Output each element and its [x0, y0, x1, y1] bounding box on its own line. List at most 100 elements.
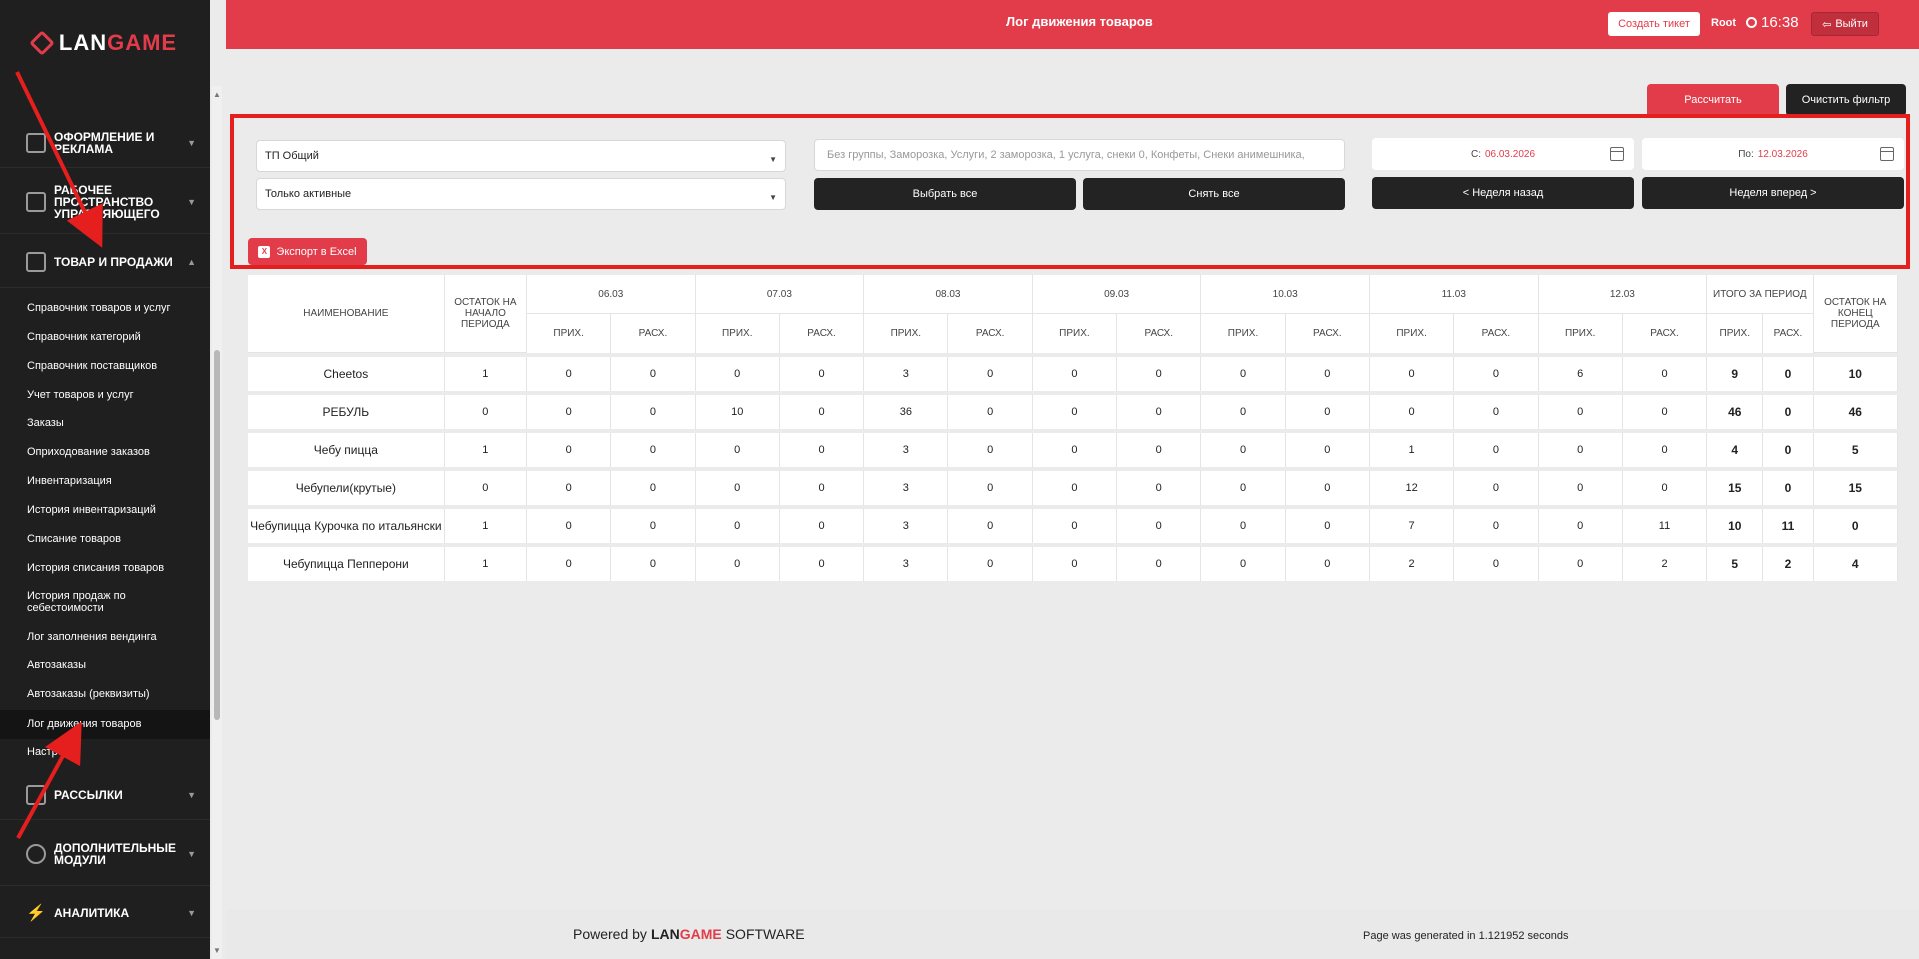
- outgoing-value: 0: [611, 509, 696, 543]
- sidebar-item-sales-history[interactable]: История продаж по себестоимости: [0, 590, 160, 614]
- sidebar-item-goods-catalog[interactable]: Справочник товаров и услуг: [0, 302, 210, 314]
- week-forward-button[interactable]: Неделя вперед >: [1642, 177, 1904, 209]
- scroll-down-arrow-icon[interactable]: ▼: [212, 946, 222, 955]
- col-header-in: Прих.: [1201, 314, 1286, 353]
- sidebar-item-settings[interactable]: Настройки: [0, 746, 210, 758]
- week-back-button[interactable]: < Неделя назад: [1372, 177, 1634, 209]
- incoming-value: 0: [1032, 471, 1118, 505]
- start-balance: 1: [444, 509, 527, 543]
- calculate-button[interactable]: Рассчитать: [1647, 84, 1779, 116]
- end-balance: 4: [1813, 547, 1898, 581]
- table-row[interactable]: Чебупицца Пепперони 1 0 0 0 0 3 0 0 0 0 0 2 0 0 2 5 2 4: [248, 547, 1898, 581]
- col-header-out: Расх.: [1622, 314, 1708, 353]
- incoming-value: 3: [864, 433, 949, 467]
- incoming-value: 0: [695, 509, 780, 543]
- col-header-in: Прих.: [864, 314, 949, 353]
- outgoing-value: 0: [1454, 509, 1539, 543]
- nav-group-design[interactable]: Оформление и реклама ▼: [0, 118, 210, 168]
- product-name: Cheetos: [248, 357, 445, 391]
- sidebar-item-goods-movement-log[interactable]: Лог движения товаров: [0, 710, 210, 739]
- table-row[interactable]: РЕБУЛЬ 0 0 0 10 0 36 0 0 0 0 0 0 0 0 0 46 0 46: [248, 395, 1898, 429]
- table-row[interactable]: Чебупицца Курочка по итальянски 1 0 0 0 0 3 0 0 0…: [248, 509, 1898, 543]
- scroll-up-arrow-icon[interactable]: ▲: [212, 90, 222, 99]
- incoming-value: 0: [695, 547, 780, 581]
- sidebar-item-inventory-history[interactable]: История инвентаризаций: [0, 504, 210, 516]
- clear-filter-button[interactable]: Очистить фильтр: [1786, 84, 1906, 116]
- outgoing-value: 0: [1454, 433, 1539, 467]
- outgoing-value: 0: [1117, 395, 1202, 429]
- incoming-value: 0: [527, 547, 612, 581]
- incoming-value: 3: [864, 547, 949, 581]
- logo[interactable]: LAN GAME: [0, 0, 210, 85]
- sidebar-item-vending-log[interactable]: Лог заполнения вендинга: [0, 631, 210, 643]
- end-balance: 5: [1813, 433, 1898, 467]
- date-from-field[interactable]: С: 06.03.2026: [1372, 138, 1634, 170]
- nav-group-workspace[interactable]: Рабочее пространство управляющего ▼: [0, 170, 210, 234]
- sidebar-item-autoorders-details[interactable]: Автозаказы (реквизиты): [0, 688, 210, 700]
- create-ticket-button[interactable]: Создать тикет: [1608, 12, 1700, 36]
- point-select[interactable]: ТП Общий ▼: [256, 140, 786, 172]
- end-balance: 10: [1813, 357, 1898, 391]
- edit-icon: [26, 132, 46, 153]
- outgoing-value: 0: [1622, 433, 1708, 467]
- sidebar-scrollbar-thumb[interactable]: [214, 350, 220, 720]
- sidebar-item-autoorders[interactable]: Автозаказы: [0, 659, 210, 671]
- select-all-button[interactable]: Выбрать все: [814, 178, 1076, 210]
- groups-input[interactable]: Без группы, Заморозка, Услуги, 2 замороз…: [814, 139, 1345, 171]
- total-outgoing: 0: [1763, 357, 1814, 391]
- goods-movement-table: Наименование Остаток на начало периода 06.…: [248, 275, 1898, 581]
- col-header-date: 08.03: [864, 275, 1033, 314]
- col-header-date: 07.03: [695, 275, 865, 314]
- col-header-in: Прих.: [695, 314, 780, 353]
- sidebar-item-write-off[interactable]: Списание товаров: [0, 533, 210, 545]
- incoming-value: 0: [1201, 357, 1286, 391]
- sidebar-item-categories[interactable]: Справочник категорий: [0, 331, 210, 343]
- table-row[interactable]: Чебупели(крутые) 0 0 0 0 0 3 0 0 0 0 0 12 0 0 0 15 0 15: [248, 471, 1898, 505]
- incoming-value: 0: [527, 509, 612, 543]
- incoming-value: 0: [695, 433, 780, 467]
- table-row[interactable]: Чебу пицца 1 0 0 0 0 3 0 0 0 0 0 1 0 0 0 4 0 5: [248, 433, 1898, 467]
- logout-button[interactable]: ⇦ Выйти: [1811, 12, 1879, 36]
- total-outgoing: 11: [1763, 509, 1814, 543]
- product-name: Чебупицца Пепперони: [248, 547, 445, 581]
- sidebar-item-accounting[interactable]: Учет товаров и услуг: [0, 389, 210, 401]
- col-header-period-total: Итого за период: [1707, 275, 1814, 314]
- date-to-field[interactable]: По: 12.03.2026: [1642, 138, 1904, 170]
- product-name: Чебупели(крутые): [248, 471, 445, 505]
- status-select[interactable]: Только активные ▼: [256, 178, 786, 210]
- lightning-icon: ⚡: [26, 904, 46, 922]
- col-header-date: 09.03: [1032, 275, 1202, 314]
- nav-group-goods[interactable]: Товар и продажи ▲: [0, 236, 210, 288]
- calendar-icon[interactable]: [1610, 147, 1624, 161]
- calendar-icon[interactable]: [1880, 147, 1894, 161]
- sidebar-item-orders[interactable]: Заказы: [0, 417, 210, 429]
- nav-group-modules[interactable]: Дополнительные модули ▼: [0, 822, 210, 886]
- incoming-value: 0: [1369, 357, 1455, 391]
- sidebar-item-write-off-history[interactable]: История списания товаров: [0, 562, 210, 574]
- outgoing-value: 0: [1622, 395, 1708, 429]
- edit-icon: [26, 784, 46, 805]
- table-row[interactable]: Cheetos 1 0 0 0 0 3 0 0 0 0 0 0 0 6 0 9 0 10: [248, 357, 1898, 391]
- generation-time: Page was generated in 1.121952 seconds: [1363, 930, 1569, 942]
- clock: 16:38: [1746, 14, 1799, 31]
- outgoing-value: 0: [1285, 433, 1370, 467]
- end-balance: 0: [1813, 509, 1898, 543]
- incoming-value: 0: [695, 357, 780, 391]
- deselect-all-button[interactable]: Снять все: [1083, 178, 1345, 210]
- total-outgoing: 0: [1763, 395, 1814, 429]
- user-name[interactable]: Root: [1711, 17, 1736, 29]
- nav-group-analytics[interactable]: ⚡ Аналитика ▼: [0, 888, 210, 938]
- incoming-value: 0: [527, 357, 612, 391]
- outgoing-value: 0: [611, 547, 696, 581]
- sidebar-item-order-receipt[interactable]: Оприходование заказов: [0, 446, 210, 458]
- incoming-value: 0: [527, 433, 612, 467]
- nav-group-mailings[interactable]: Рассылки ▼: [0, 770, 210, 820]
- outgoing-value: 11: [1622, 509, 1708, 543]
- incoming-value: 0: [1201, 509, 1286, 543]
- outgoing-value: 0: [779, 395, 865, 429]
- sidebar-item-inventory[interactable]: Инвентаризация: [0, 475, 210, 487]
- export-excel-button[interactable]: X Экспорт в Excel: [248, 238, 367, 265]
- sidebar-item-suppliers[interactable]: Справочник поставщиков: [0, 360, 210, 372]
- incoming-value: 0: [1369, 395, 1455, 429]
- col-header-out: Расх.: [1117, 314, 1202, 353]
